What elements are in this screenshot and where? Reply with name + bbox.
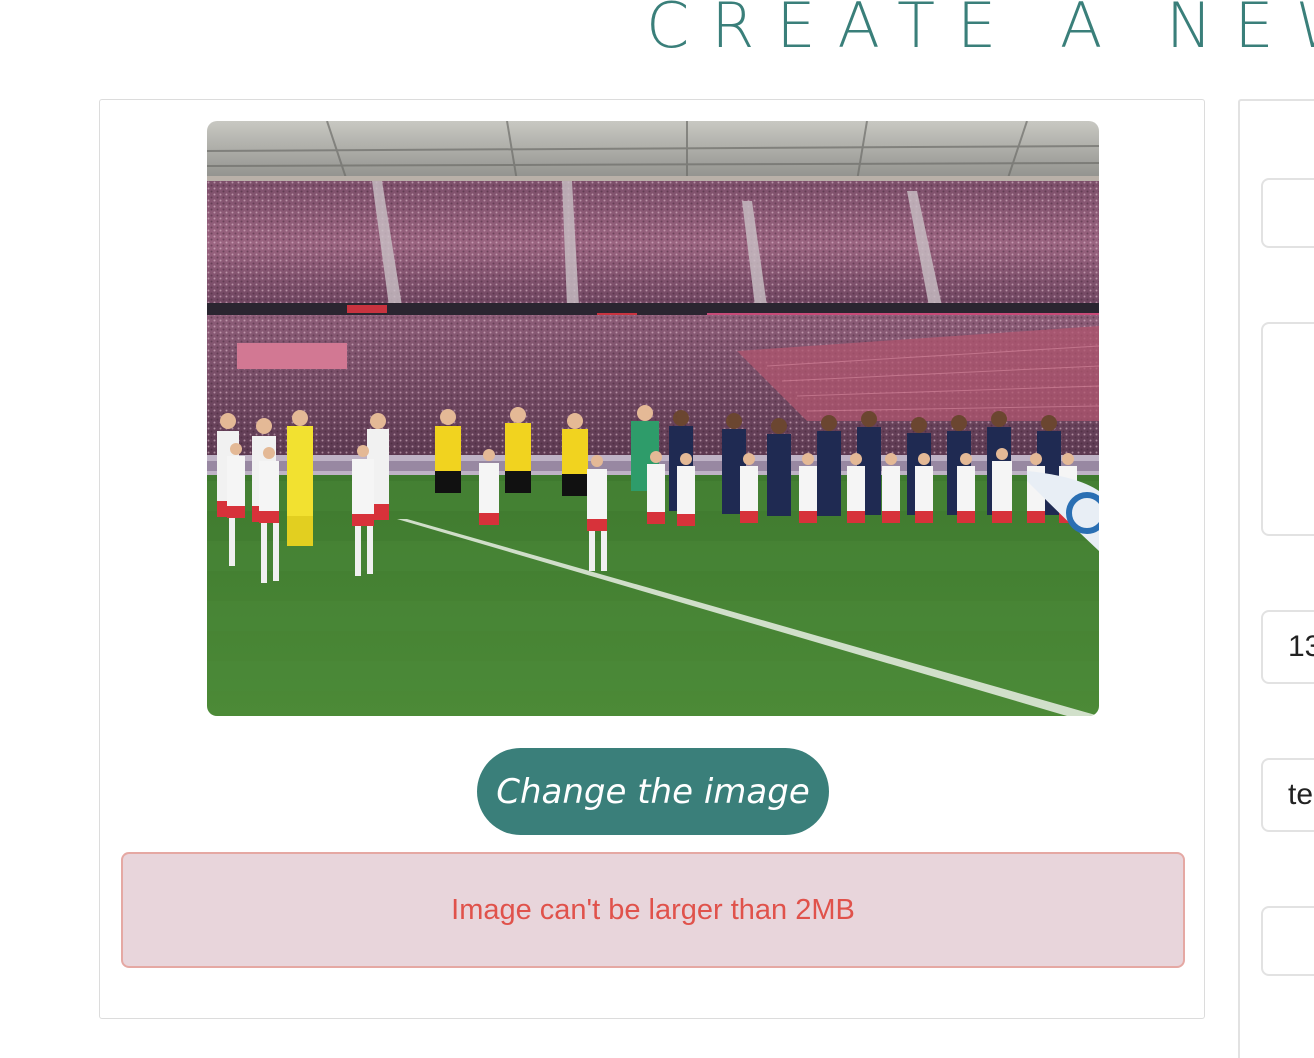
image-preview (207, 121, 1099, 716)
stadium-photo (207, 121, 1099, 716)
form-field-1[interactable] (1261, 178, 1314, 248)
form-field-3[interactable] (1261, 610, 1314, 684)
page: Create a new fr (0, 0, 1314, 1058)
image-upload-card: Change the image Image can't be larger t… (99, 99, 1205, 1019)
change-image-button[interactable]: Change the image (477, 748, 829, 835)
form-field-4[interactable] (1261, 758, 1314, 832)
referees (435, 423, 588, 496)
page-title: Create a new fr (646, 0, 1314, 62)
error-message: Image can't be larger than 2MB (451, 893, 855, 926)
form-field-5[interactable] (1261, 906, 1314, 976)
error-alert: Image can't be larger than 2MB (121, 852, 1185, 968)
form-textarea[interactable] (1261, 322, 1314, 536)
